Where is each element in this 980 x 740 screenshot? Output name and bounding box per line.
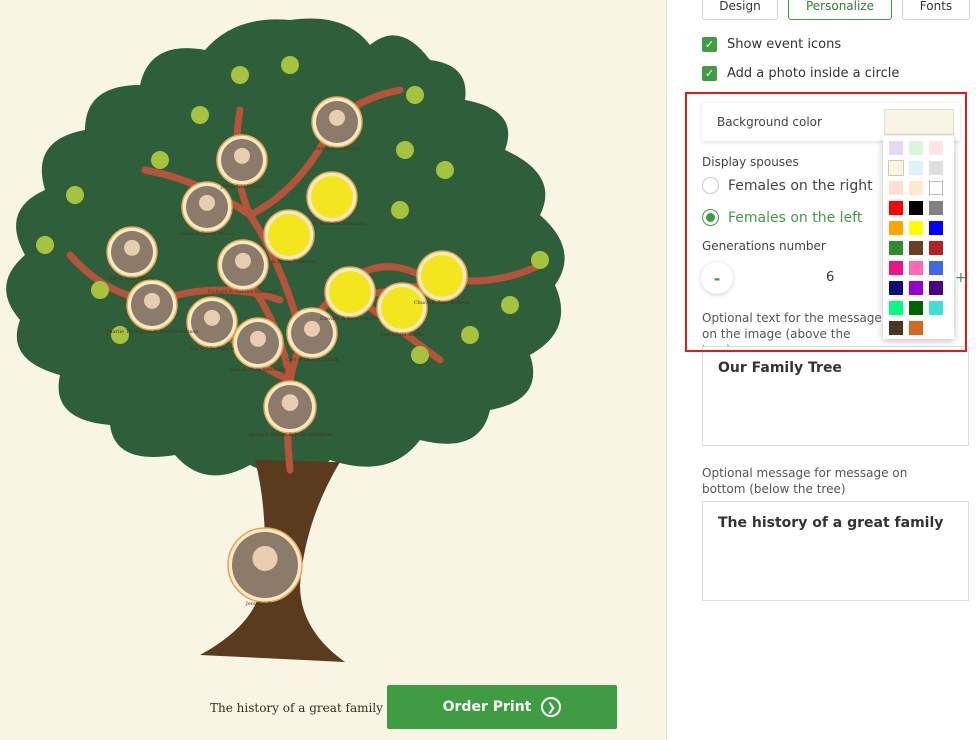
person-name: Michael Brown & Julie Smithson [249,432,333,438]
color-swatch[interactable] [929,281,943,295]
person-name: Jim & Lila Wilson [189,346,235,352]
show-event-icons-checkbox[interactable]: ✓ Show event icons [702,37,841,52]
color-swatch[interactable] [909,161,923,175]
color-swatch[interactable] [889,301,903,315]
color-palette-popup [883,136,954,339]
color-swatch[interactable] [929,261,943,275]
checkmark-icon: ✓ [702,37,717,52]
person-name: Adam & Jessie Brown [179,231,236,237]
leaf-accent [151,151,169,169]
leaf-accent [231,66,249,84]
person-name: Carl & Marge Brown [285,357,339,363]
tree-canvas: Jennifer Brown Michael Brown & Julie Smit… [0,0,667,740]
bottom-text-label: Optional message for message on bottom (… [702,466,908,496]
person-name: Charlie Thompson & Martha Benson [105,329,199,335]
color-swatch[interactable] [909,221,923,235]
color-swatch[interactable] [929,221,943,235]
color-swatch[interactable] [909,201,923,215]
top-text-input[interactable]: Our Family Tree [702,346,969,446]
color-swatch[interactable] [909,261,923,275]
leaf-accent [461,326,479,344]
leaf-accent [191,106,209,124]
color-swatch[interactable] [909,241,923,255]
tab-design[interactable]: Design [702,0,778,20]
color-swatch[interactable] [909,181,923,195]
leaf-accent [281,56,299,74]
leaf-accent [531,251,549,269]
bottom-text-input[interactable]: The history of a great family [702,501,969,601]
color-swatch[interactable] [889,241,903,255]
color-swatch[interactable] [909,301,923,315]
tab-bar: Design Personalize Fonts [702,0,970,20]
tab-fonts[interactable]: Fonts [902,0,970,20]
add-photo-checkbox[interactable]: ✓ Add a photo inside a circle [702,66,899,81]
leaf-accent [396,141,414,159]
leaf-accent [91,281,109,299]
color-swatch[interactable] [889,181,903,195]
person-name: Joe & Iris Brown [220,184,264,190]
color-swatch[interactable] [929,181,943,195]
person-name: Earl & Mary Smithson [230,367,288,373]
person-name: Joe & Lucia Robinson [261,259,317,265]
leaf-accent [406,86,424,104]
tab-personalize-label: Personalize [805,0,875,13]
order-print-button[interactable]: Order Print ❯ [387,685,617,729]
order-print-label: Order Print [442,699,532,715]
person-name: Jennifer Brown [245,601,285,607]
family-tree-illustration: Jennifer Brown Michael Brown & Julie Smit… [6,18,565,662]
color-swatch[interactable] [929,241,943,255]
color-swatch[interactable] [888,160,904,176]
person-name: Bill & Julia Wilson [109,276,156,282]
leaf-accent [411,346,429,364]
leaf-accent [36,236,54,254]
color-swatch[interactable] [909,321,923,335]
color-swatch[interactable] [889,281,903,295]
color-swatch[interactable] [889,141,903,155]
color-swatch[interactable] [909,281,923,295]
bottom-message-text: The history of a great family [210,701,383,715]
person-name: Richard & Sandra Robinson [208,289,280,295]
color-swatch[interactable] [889,261,903,275]
leaf-accent [501,296,519,314]
arrow-right-circle-icon: ❯ [541,697,562,717]
color-swatch[interactable] [929,161,943,175]
color-swatch[interactable] [909,141,923,155]
tab-personalize[interactable]: Personalize [788,0,892,20]
color-swatch[interactable] [929,141,943,155]
add-photo-label: Add a photo inside a circle [727,66,900,81]
color-swatch[interactable] [889,321,903,335]
color-swatch[interactable] [929,301,943,315]
color-swatch[interactable] [889,221,903,235]
tab-fonts-label: Fonts [919,0,953,13]
leaf-accent [391,201,409,219]
person-name: Edward & Jane Johnson [320,316,381,322]
color-swatch[interactable] [889,201,903,215]
checkmark-icon: ✓ [702,66,717,81]
leaf-accent [436,161,454,179]
color-swatch[interactable] [929,201,943,215]
show-event-icons-label: Show event icons [727,37,842,52]
leaf-accent [66,186,84,204]
tab-design-label: Design [719,0,761,13]
person-name: Dan & Ivan Brown [313,146,361,152]
person-name: Ron White & Ella [380,332,424,338]
person-name: Chuck & Amy Roberts [414,300,471,306]
